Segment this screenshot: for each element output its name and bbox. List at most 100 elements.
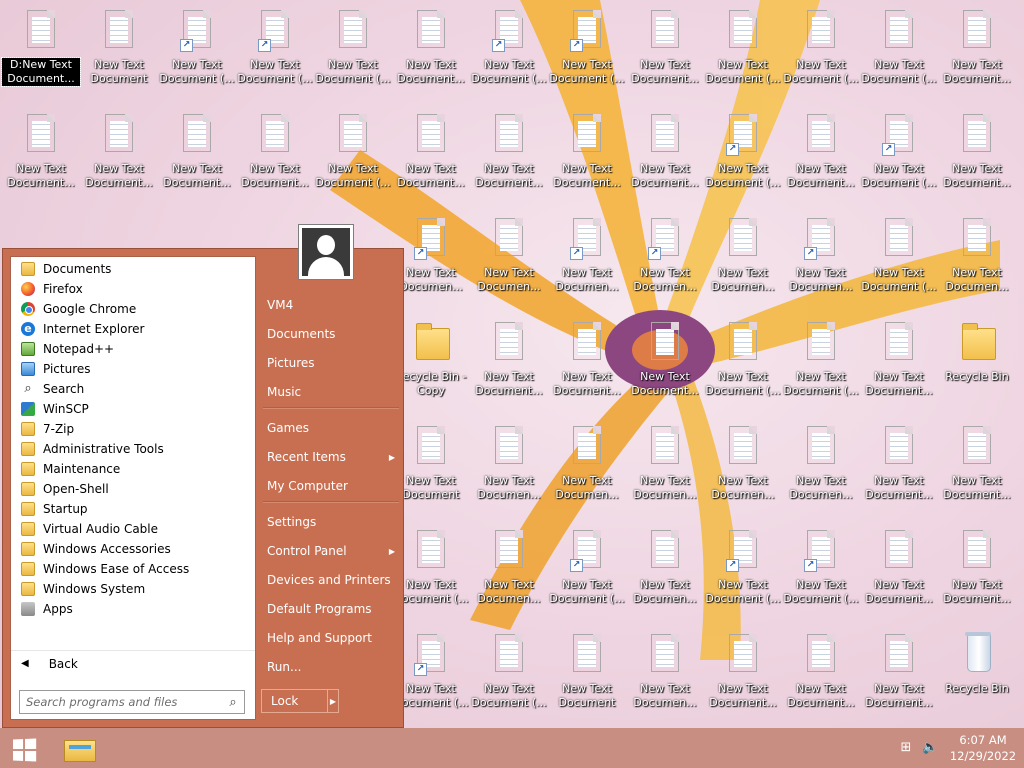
desktop-text-document-icon[interactable]: New Text Document...: [782, 624, 860, 714]
right-item-recent-items[interactable]: Recent Items ▶: [267, 445, 399, 469]
desktop-text-document-icon[interactable]: ↗ New Text Document (...: [704, 104, 782, 194]
program-item-administrative-tools[interactable]: Administrative Tools: [11, 439, 255, 459]
desktop-text-document-icon[interactable]: New Text Document...: [80, 104, 158, 194]
back-button[interactable]: ◀ Back: [11, 650, 255, 676]
search-input[interactable]: [20, 694, 222, 710]
program-item-maintenance[interactable]: Maintenance: [11, 459, 255, 479]
desktop-text-document-icon[interactable]: ↗ New Text Document (...: [548, 0, 626, 90]
desktop-text-document-icon[interactable]: ↗ New Text Document (...: [704, 520, 782, 610]
right-item-games[interactable]: Games: [267, 416, 399, 440]
desktop-text-document-icon[interactable]: ↗ New Text Documen...: [782, 208, 860, 298]
user-avatar[interactable]: [298, 224, 354, 280]
right-item-pictures[interactable]: Pictures: [267, 351, 399, 375]
desktop-text-document-icon[interactable]: New Text Documen...: [470, 208, 548, 298]
right-item-help-and-support[interactable]: Help and Support: [267, 626, 399, 650]
program-item-internet-explorer[interactable]: e Internet Explorer: [11, 319, 255, 339]
right-item-default-programs[interactable]: Default Programs: [267, 597, 399, 621]
desktop-text-document-icon[interactable]: New Text Document...: [2, 104, 80, 194]
desktop-text-document-icon[interactable]: New Text Documen...: [704, 208, 782, 298]
desktop-text-document-icon[interactable]: New Text Document...: [470, 312, 548, 402]
program-item-virtual-audio-cable[interactable]: Virtual Audio Cable: [11, 519, 255, 539]
desktop-text-document-icon[interactable]: New Text Document (...: [860, 0, 938, 90]
desktop-text-document-icon[interactable]: ↗ New Text Document (...: [782, 520, 860, 610]
desktop-text-document-icon[interactable]: New Text Documen...: [470, 416, 548, 506]
program-item-winscp[interactable]: WinSCP: [11, 399, 255, 419]
right-item-control-panel[interactable]: Control Panel ▶: [267, 539, 399, 563]
program-item-windows-ease-of-access[interactable]: Windows Ease of Access: [11, 559, 255, 579]
desktop-text-document-icon[interactable]: New Text Document (...: [470, 624, 548, 714]
desktop-text-document-icon[interactable]: D:New Text Document...: [1, 0, 81, 90]
recycle-bin-desktop-icon[interactable]: Recycle Bin: [938, 624, 1016, 714]
right-item-devices-and-printers[interactable]: Devices and Printers: [267, 568, 399, 592]
network-icon[interactable]: ⊞: [898, 740, 914, 756]
desktop-text-document-icon[interactable]: New Text Document...: [860, 416, 938, 506]
program-item-apps[interactable]: Apps: [11, 599, 255, 619]
volume-icon[interactable]: 🔈: [922, 740, 938, 756]
desktop-text-document-icon[interactable]: New Text Document...: [626, 0, 704, 90]
program-item-pictures[interactable]: Pictures: [11, 359, 255, 379]
desktop-text-document-icon[interactable]: New Text Document...: [392, 0, 470, 90]
taskbar-file-explorer[interactable]: [62, 734, 96, 762]
desktop-text-document-icon[interactable]: New Text Document (...: [314, 0, 392, 90]
right-item-settings[interactable]: Settings: [267, 510, 399, 534]
desktop-text-document-icon[interactable]: New Text Documen...: [782, 416, 860, 506]
desktop-text-document-icon[interactable]: ↗ New Text Document (...: [548, 520, 626, 610]
program-item-search[interactable]: ⌕ Search: [11, 379, 255, 399]
desktop-text-document-icon[interactable]: New Text Document...: [548, 104, 626, 194]
right-item-documents[interactable]: Documents: [267, 322, 399, 346]
desktop-text-document-icon[interactable]: New Text Document (...: [782, 312, 860, 402]
lock-button[interactable]: Lock ▶: [261, 689, 339, 713]
desktop-text-document-icon[interactable]: New Text Document...: [860, 520, 938, 610]
program-item-startup[interactable]: Startup: [11, 499, 255, 519]
program-item-windows-system[interactable]: Windows System: [11, 579, 255, 599]
right-item-run[interactable]: Run...: [267, 655, 399, 679]
desktop-text-document-icon[interactable]: ↗ New Text Document (...: [860, 104, 938, 194]
program-item-documents[interactable]: Documents: [11, 259, 255, 279]
search-icon[interactable]: ⌕: [222, 695, 244, 710]
desktop-text-document-icon[interactable]: New Text Document...: [860, 312, 938, 402]
desktop-text-document-icon[interactable]: New Text Document (2): [548, 624, 626, 714]
desktop-text-document-icon[interactable]: New Text Documen...: [626, 520, 704, 610]
desktop-text-document-icon[interactable]: New Text Document (...: [704, 0, 782, 90]
program-item-notepad[interactable]: Notepad++: [11, 339, 255, 359]
program-item-firefox[interactable]: Firefox: [11, 279, 255, 299]
desktop-text-document-icon[interactable]: New Text Document...: [938, 520, 1016, 610]
desktop-text-document-icon[interactable]: New Text Document...: [938, 104, 1016, 194]
right-item-my-computer[interactable]: My Computer: [267, 474, 399, 498]
desktop-text-document-icon[interactable]: New Text Documen...: [548, 416, 626, 506]
desktop-text-document-icon[interactable]: ↗ New Text Documen...: [626, 208, 704, 298]
desktop-folder-icon[interactable]: Recycle Bin: [938, 312, 1016, 402]
lock-options-arrow-icon[interactable]: ▶: [328, 697, 338, 706]
desktop-text-document-icon[interactable]: New Text Document...: [938, 416, 1016, 506]
desktop-text-document-icon[interactable]: New Text Documen...: [938, 208, 1016, 298]
desktop-text-document-icon[interactable]: New Text Document...: [704, 624, 782, 714]
desktop-text-document-icon[interactable]: New Text Documen...: [704, 416, 782, 506]
desktop-text-document-icon[interactable]: New Text Document...: [782, 104, 860, 194]
desktop-text-document-icon[interactable]: New Text Document: [80, 0, 158, 90]
start-button[interactable]: [8, 737, 38, 762]
desktop-text-document-icon[interactable]: New Text Document...: [236, 104, 314, 194]
taskbar-clock[interactable]: 6:07 AM 12/29/2022: [946, 732, 1020, 764]
desktop-text-document-icon[interactable]: ↗ New Text Documen...: [548, 208, 626, 298]
desktop-text-document-icon[interactable]: New Text Document (...: [782, 0, 860, 90]
desktop-text-document-icon[interactable]: New Text Documen...: [626, 624, 704, 714]
desktop-text-document-icon[interactable]: New Text Document (...: [704, 312, 782, 402]
desktop-text-document-icon[interactable]: ↗ New Text Document (...: [236, 0, 314, 90]
program-item-windows-accessories[interactable]: Windows Accessories: [11, 539, 255, 559]
desktop-text-document-icon[interactable]: New Text Document (...: [314, 104, 392, 194]
desktop-text-document-icon[interactable]: New Text Document...: [392, 104, 470, 194]
right-item-vm4[interactable]: VM4: [267, 293, 399, 317]
program-item-open-shell[interactable]: Open-Shell: [11, 479, 255, 499]
desktop-text-document-icon[interactable]: New Text Document...: [860, 624, 938, 714]
desktop-text-document-icon[interactable]: New Text Document...: [158, 104, 236, 194]
desktop-text-document-icon[interactable]: New Text Document...: [938, 0, 1016, 90]
program-item-7-zip[interactable]: 7-Zip: [11, 419, 255, 439]
desktop-text-document-icon[interactable]: ↗ New Text Document (...: [158, 0, 236, 90]
desktop-text-document-icon[interactable]: New Text Document...: [548, 312, 626, 402]
desktop-text-document-icon[interactable]: New Text Document...: [626, 104, 704, 194]
desktop-text-document-icon[interactable]: New Text Documen...: [470, 520, 548, 610]
right-item-music[interactable]: Music: [267, 380, 399, 404]
desktop-text-document-icon[interactable]: New Text Document...: [626, 312, 704, 402]
desktop-text-document-icon[interactable]: ↗ New Text Document (...: [470, 0, 548, 90]
desktop-text-document-icon[interactable]: New Text Documen...: [626, 416, 704, 506]
